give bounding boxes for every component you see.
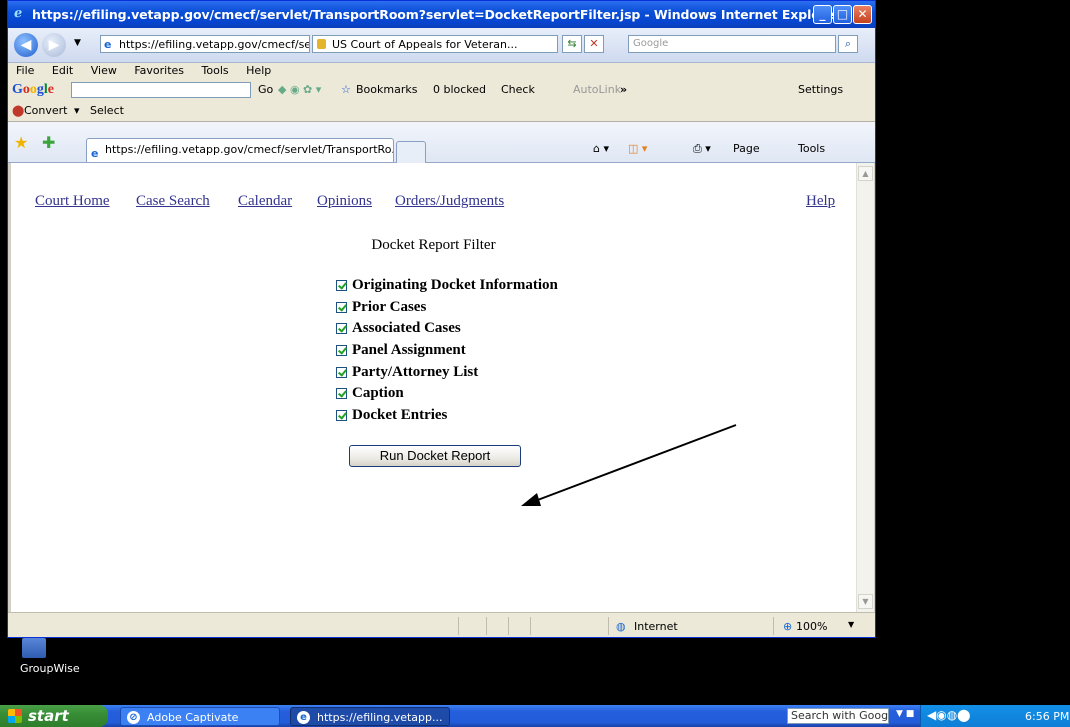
ie-icon: e bbox=[297, 711, 310, 724]
toolbar-tools-icon[interactable]: ◆ ◉ ✿ ▾ bbox=[278, 83, 321, 96]
taskbar-google-search[interactable]: Search with Google bbox=[787, 708, 889, 724]
status-divider bbox=[508, 617, 509, 635]
google-toolbar: Google Go ◆ ◉ ✿ ▾ ☆ Bookmarks 0 blocked … bbox=[8, 79, 875, 101]
convert-toolbar: ⬤ Convert ▾ Select bbox=[8, 101, 875, 122]
groupwise-label[interactable]: GroupWise bbox=[20, 662, 80, 675]
favorites-star-icon[interactable]: ★ bbox=[14, 133, 28, 152]
tray-icons[interactable]: ◀◉◍⬤ bbox=[927, 708, 971, 722]
google-search-field[interactable] bbox=[71, 82, 251, 98]
refresh-button[interactable]: ⇆ bbox=[562, 35, 582, 53]
minimize-button[interactable]: _ bbox=[813, 5, 832, 24]
taskbar-item-ie[interactable]: e https://efiling.vetapp... bbox=[290, 707, 450, 726]
arrow-head bbox=[521, 493, 541, 506]
autolink[interactable]: AutoLink bbox=[573, 83, 621, 96]
spell-check[interactable]: Check bbox=[501, 83, 535, 96]
forward-button[interactable]: ▶ bbox=[42, 33, 66, 57]
ie-icon: ℯ bbox=[14, 6, 23, 21]
globe-icon: ◍ bbox=[616, 620, 626, 633]
security-report-box[interactable]: US Court of Appeals for Veteran... bbox=[312, 35, 558, 53]
menu-tools[interactable]: Tools bbox=[202, 64, 229, 77]
lock-icon bbox=[317, 39, 326, 49]
browser-window: ℯ https://efiling.vetapp.gov/cmecf/servl… bbox=[7, 0, 876, 638]
status-divider bbox=[773, 617, 774, 635]
system-tray: ◀◉◍⬤ 6:56 PM bbox=[920, 705, 1070, 727]
select-button[interactable]: Select bbox=[90, 104, 124, 117]
stop-button[interactable]: ✕ bbox=[584, 35, 604, 53]
bookmarks-menu[interactable]: Bookmarks bbox=[356, 83, 417, 96]
status-divider bbox=[486, 617, 487, 635]
title-bar[interactable]: ℯ https://efiling.vetapp.gov/cmecf/servl… bbox=[8, 1, 875, 28]
status-divider bbox=[608, 617, 609, 635]
google-logo: Google bbox=[12, 82, 54, 97]
menu-favorites[interactable]: Favorites bbox=[134, 64, 184, 77]
add-favorites-icon[interactable]: ✚ bbox=[42, 133, 55, 152]
new-tab-button[interactable] bbox=[396, 141, 426, 163]
bookmarks-star-icon: ☆ bbox=[341, 83, 351, 96]
address-input[interactable]: e https://efiling.vetapp.gov/cmecf/servl… bbox=[100, 35, 310, 53]
convert-dropdown-icon[interactable]: ▾ bbox=[74, 104, 80, 117]
zoom-level[interactable]: 100% bbox=[796, 620, 827, 633]
tab-current[interactable]: e https://efiling.vetapp.gov/cmecf/servl… bbox=[86, 138, 394, 162]
groupwise-icon[interactable] bbox=[22, 638, 46, 658]
page-content: Court Home Case Search Calendar Opinions… bbox=[11, 163, 856, 612]
close-button[interactable]: ✕ bbox=[853, 5, 872, 24]
menu-view[interactable]: View bbox=[91, 64, 117, 77]
print-icon[interactable]: ⎙ ▾ bbox=[693, 142, 711, 156]
back-button[interactable]: ◀ bbox=[14, 33, 38, 57]
windows-flag-icon bbox=[8, 709, 22, 723]
address-row: ◀ ▶ ▼ e https://efiling.vetapp.gov/cmecf… bbox=[8, 28, 875, 63]
start-button[interactable]: start bbox=[0, 705, 108, 727]
pdf-convert-icon: ⬤ bbox=[12, 104, 25, 117]
window-title: https://efiling.vetapp.gov/cmecf/servlet… bbox=[32, 7, 841, 22]
search-input[interactable]: Google bbox=[628, 35, 836, 53]
more-chevron-icon[interactable]: » bbox=[620, 83, 627, 96]
security-zone: Internet bbox=[634, 620, 678, 633]
page-icon: e bbox=[104, 38, 112, 51]
arrow-shaft bbox=[534, 424, 737, 502]
zoom-icon: ⊕ bbox=[783, 620, 793, 633]
status-bar: ◍ Internet ⊕ 100% ▼ bbox=[8, 612, 875, 637]
settings-menu[interactable]: Settings bbox=[798, 83, 843, 96]
vertical-scrollbar[interactable]: ▲ ▼ bbox=[856, 163, 874, 612]
tools-menu[interactable]: Tools bbox=[798, 142, 825, 155]
menu-bar: File Edit View Favorites Tools Help bbox=[8, 63, 875, 79]
menu-help[interactable]: Help bbox=[246, 64, 271, 77]
scroll-down-icon[interactable]: ▼ bbox=[858, 594, 873, 609]
menu-edit[interactable]: Edit bbox=[52, 64, 73, 77]
search-icon[interactable]: ⌕ bbox=[838, 35, 858, 53]
popup-blocker[interactable]: 0 blocked bbox=[433, 83, 486, 96]
taskbar-item-adobe-captivate[interactable]: ⊘ Adobe Captivate bbox=[120, 707, 280, 726]
page-icon: e bbox=[91, 147, 99, 160]
home-icon[interactable]: ⌂ ▾ bbox=[593, 142, 609, 155]
zoom-dropdown-icon[interactable]: ▼ bbox=[848, 620, 854, 629]
recent-pages-dropdown-icon[interactable]: ▼ bbox=[74, 38, 81, 48]
clock: 6:56 PM bbox=[1025, 710, 1070, 723]
search-dropdown-icon[interactable]: ▼ ■ bbox=[896, 709, 914, 719]
tab-row: ★ ✚ e https://efiling.vetapp.gov/cmecf/s… bbox=[8, 122, 875, 163]
status-divider bbox=[530, 617, 531, 635]
status-divider bbox=[458, 617, 459, 635]
scroll-up-icon[interactable]: ▲ bbox=[858, 166, 873, 181]
page-menu[interactable]: Page bbox=[733, 142, 760, 155]
convert-button[interactable]: Convert bbox=[24, 104, 68, 117]
annotation-arrow bbox=[521, 424, 737, 506]
taskbar: start ⊘ Adobe Captivate e https://efilin… bbox=[0, 705, 1070, 727]
menu-file[interactable]: File bbox=[16, 64, 34, 77]
maximize-button[interactable]: □ bbox=[833, 5, 852, 24]
captivate-icon: ⊘ bbox=[127, 711, 140, 724]
google-go-button[interactable]: Go bbox=[258, 83, 273, 96]
feeds-icon[interactable]: ◫ ▾ bbox=[628, 142, 647, 155]
